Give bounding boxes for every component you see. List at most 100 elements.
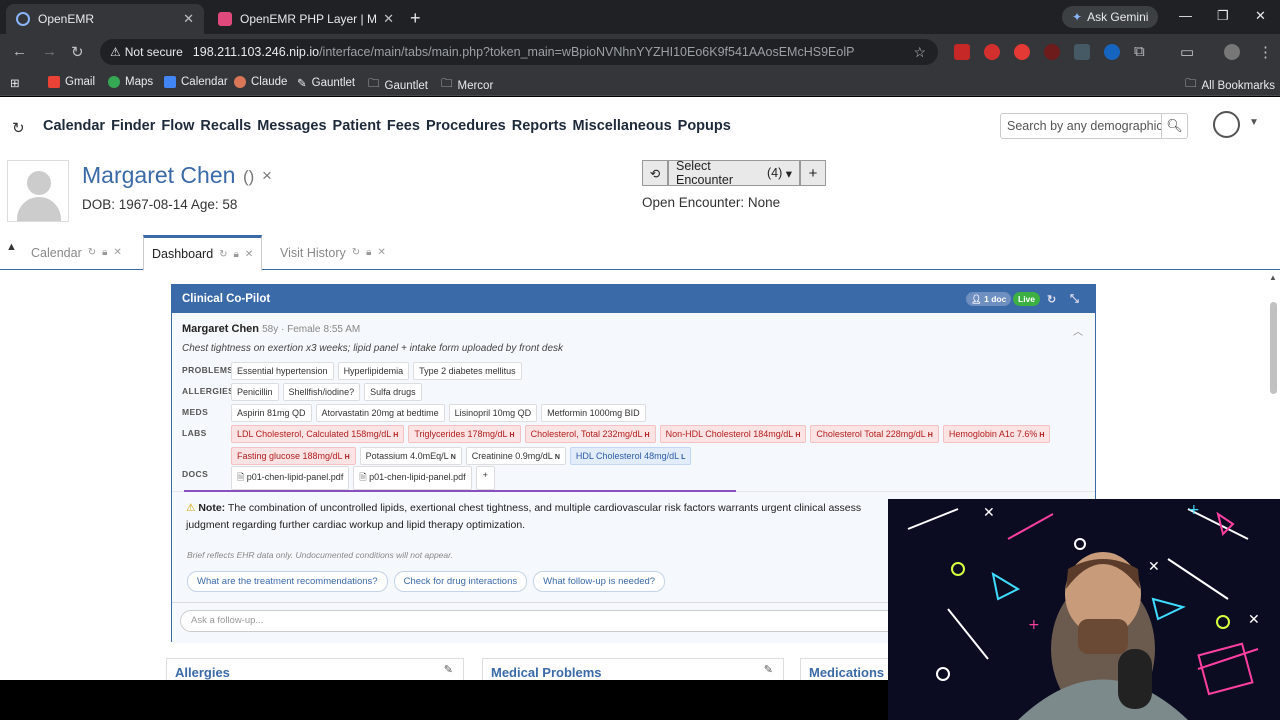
allergies-card-header[interactable]: Allergies ✎ [166, 658, 464, 680]
menu-fees[interactable]: Fees [387, 118, 420, 134]
suggestion-treatment[interactable]: What are the treatment recommendations? [187, 571, 388, 592]
suggestion-follow-up[interactable]: What follow-up is needed? [533, 571, 666, 592]
menu-messages[interactable]: Messages [257, 118, 326, 134]
restore-icon[interactable]: ❐ [1217, 8, 1229, 24]
refresh-icon[interactable]: ↻ [1047, 293, 1056, 306]
profile-avatar[interactable] [1224, 44, 1240, 60]
forward-icon[interactable]: → [42, 43, 57, 60]
edit-icon[interactable]: ✎ [444, 663, 453, 676]
refresh-icon[interactable]: ↻ [219, 249, 227, 260]
patient-search-input[interactable]: Search by any demographic [1000, 113, 1162, 139]
doc-count-badge[interactable]: 👤︎ 1 doc [966, 292, 1012, 306]
med-chip[interactable]: Metformin 1000mg BID [541, 404, 646, 422]
sidebar-icon[interactable]: ▭ [1180, 43, 1194, 61]
browser-tab-openemr[interactable]: OpenEMR ✕ [6, 4, 204, 34]
lab-chip[interactable]: Non-HDL Cholesterol 184mg/dL H [659, 425, 807, 443]
bookmark-gmail[interactable]: Gmail [48, 76, 95, 88]
menu-patient[interactable]: Patient [333, 118, 381, 134]
menu-calendar[interactable]: Calendar [43, 118, 105, 134]
bookmark-folder-gauntlet[interactable]: 🗀 Gauntlet [368, 76, 428, 95]
window-close-icon[interactable]: ✕ [1255, 8, 1266, 24]
med-chip[interactable]: Aspirin 81mg QD [231, 404, 312, 422]
lab-chip[interactable]: Cholesterol, Total 232mg/dL H [524, 425, 656, 443]
user-avatar-icon[interactable] [1213, 111, 1240, 138]
close-icon[interactable]: ✕ [245, 249, 253, 260]
bookmark-claude[interactable]: Claude [234, 76, 287, 88]
extension-icon[interactable] [984, 44, 1000, 60]
close-icon[interactable]: ✕ [377, 247, 385, 258]
edit-icon[interactable]: ✎ [764, 663, 773, 676]
browser-tab-mermaid[interactable]: OpenEMR PHP Layer | Mermaid ✕ [208, 4, 404, 34]
chevron-down-icon[interactable]: ▼ [1249, 117, 1259, 128]
refresh-icon[interactable]: ↻ [88, 247, 96, 258]
bookmark-star-icon[interactable]: ☆ [913, 44, 926, 61]
search-button[interactable]: 🔍︎ [1161, 113, 1188, 139]
menu-recalls[interactable]: Recalls [200, 118, 251, 134]
close-icon[interactable]: ✕ [113, 247, 121, 258]
menu-miscellaneous[interactable]: Miscellaneous [573, 118, 672, 134]
problem-chip[interactable]: Essential hypertension [231, 362, 334, 380]
back-icon[interactable]: ← [12, 43, 27, 60]
openemr-logo-icon[interactable]: ↻ [12, 119, 25, 137]
lab-chip[interactable]: Hemoglobin A1c 7.6% H [942, 425, 1051, 443]
menu-flow[interactable]: Flow [161, 118, 194, 134]
scrollbar-thumb[interactable] [1270, 302, 1277, 394]
extension-icon[interactable] [1104, 44, 1120, 60]
bookmark-folder-mercor[interactable]: 🗀 Mercor [441, 76, 493, 95]
minimize-icon[interactable]: — [1179, 8, 1192, 23]
collapse-panel-icon[interactable]: ⤡ [1070, 293, 1079, 306]
doc-chip[interactable]: 🗎 p01-chen-lipid-panel.pdf [353, 466, 472, 490]
close-icon[interactable]: ✕ [383, 11, 394, 27]
lab-chip[interactable]: HDL Cholesterol 48mg/dL L [569, 447, 692, 465]
suggestion-drug-interactions[interactable]: Check for drug interactions [393, 571, 528, 592]
apps-icon[interactable]: ⊞ [10, 76, 20, 90]
extension-icon[interactable] [1014, 44, 1030, 60]
med-chip[interactable]: Atorvastatin 20mg at bedtime [315, 404, 445, 422]
history-icon[interactable]: ⟲ [642, 160, 668, 186]
menu-procedures[interactable]: Procedures [426, 118, 506, 134]
lab-chip[interactable]: Fasting glucose 188mg/dL H [231, 447, 356, 465]
menu-finder[interactable]: Finder [111, 118, 155, 134]
medical-problems-card-header[interactable]: Medical Problems ✎ [482, 658, 784, 680]
lab-chip[interactable]: Cholesterol Total 228mg/dL H [810, 425, 939, 443]
allergy-chip[interactable]: Penicillin [231, 383, 279, 401]
lock-icon[interactable]: 🔒︎ [102, 247, 107, 258]
kebab-menu-icon[interactable]: ⋮ [1258, 43, 1273, 61]
lock-icon[interactable]: 🔒︎ [366, 247, 371, 258]
puzzle-icon[interactable]: ⧉ [1134, 43, 1145, 60]
bookmark-calendar[interactable]: Calendar [164, 76, 228, 88]
lab-chip[interactable]: Creatinine 0.9mg/dL N [465, 447, 566, 465]
tab-visit-history[interactable]: Visit History ↻ 🔒︎ ✕ [272, 235, 394, 270]
tab-dashboard[interactable]: Dashboard ↻ 🔒︎ ✕ [143, 235, 263, 271]
collapse-icon[interactable]: ▲ [6, 241, 17, 253]
med-chip[interactable]: Lisinopril 10mg QD [448, 404, 538, 422]
close-icon[interactable]: ✕ [183, 11, 194, 27]
extension-icon[interactable] [1074, 44, 1090, 60]
select-encounter-button[interactable]: Select Encounter (4) ▾ [668, 159, 800, 187]
bookmark-gauntlet[interactable]: ✎ Gauntlet [297, 76, 355, 90]
doc-chip[interactable]: 🗎 p01-chen-lipid-panel.pdf [231, 466, 350, 490]
lab-chip[interactable]: LDL Cholesterol, Calculated 158mg/dL H [231, 425, 405, 443]
extension-icon[interactable] [1044, 44, 1060, 60]
add-encounter-button[interactable]: + [800, 160, 826, 186]
bookmark-maps[interactable]: Maps [108, 76, 153, 88]
address-bar[interactable]: ⚠ Not secure 198.211.103.246.nip.io/inte… [100, 39, 938, 65]
all-bookmarks[interactable]: 🗀 All Bookmarks [1185, 76, 1275, 95]
lock-icon[interactable]: 🔒︎ [234, 249, 239, 260]
problem-chip[interactable]: Hyperlipidemia [337, 362, 410, 380]
scroll-up-icon[interactable]: ▲ [1269, 273, 1277, 282]
lab-chip[interactable]: Triglycerides 178mg/dL H [408, 425, 521, 443]
problem-chip[interactable]: Type 2 diabetes mellitus [413, 362, 522, 380]
security-indicator[interactable]: ⚠ Not secure [110, 45, 183, 59]
patient-name[interactable]: Margaret Chen [82, 162, 235, 189]
menu-reports[interactable]: Reports [512, 118, 567, 134]
extension-icon[interactable] [954, 44, 970, 60]
chevron-up-icon[interactable]: ︿ [1073, 323, 1083, 338]
ask-gemini-button[interactable]: ✦ Ask Gemini [1062, 6, 1159, 28]
menu-popups[interactable]: Popups [678, 118, 731, 134]
reload-icon[interactable]: ↻ [71, 43, 84, 61]
close-patient-icon[interactable]: × [262, 166, 272, 186]
refresh-icon[interactable]: ↻ [352, 247, 360, 258]
new-tab-button[interactable]: + [410, 8, 421, 29]
allergy-chip[interactable]: Shellfish/iodine? [282, 383, 361, 401]
